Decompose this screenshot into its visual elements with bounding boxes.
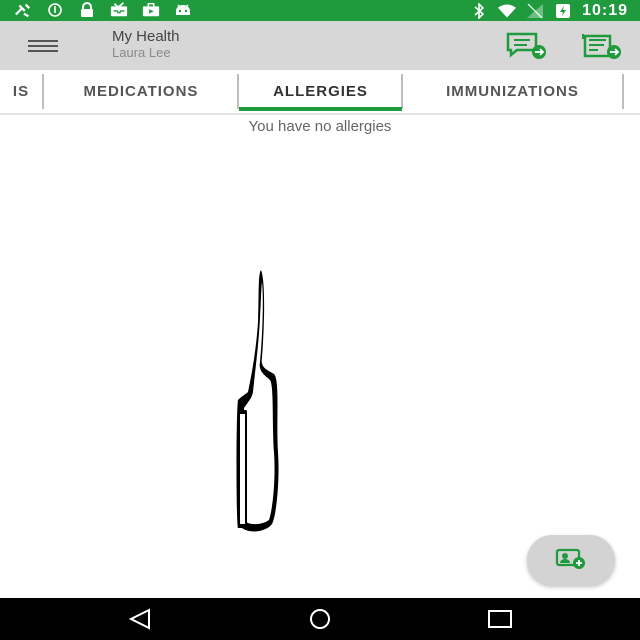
- app-bar: My Health Laura Lee: [0, 21, 640, 70]
- tab-immunizations[interactable]: IMMUNIZATIONS: [403, 70, 622, 113]
- android-icon: [174, 2, 192, 18]
- inbox-icon: [110, 2, 128, 18]
- add-allergy-button[interactable]: [527, 535, 615, 585]
- system-nav-bar: [0, 598, 640, 640]
- status-bar: 10:19: [0, 0, 640, 21]
- bluetooth-icon: [470, 2, 488, 19]
- status-left-icons: [14, 2, 192, 18]
- tab-label: MEDICATIONS: [83, 83, 199, 100]
- recents-icon[interactable]: [480, 606, 520, 632]
- tab-divider: [622, 74, 624, 109]
- wifi-icon: [498, 3, 517, 19]
- status-right-icons: 10:19: [470, 0, 628, 21]
- add-record-icon: [555, 546, 587, 575]
- tab-label: IMMUNIZATIONS: [446, 83, 579, 100]
- message-send-icon[interactable]: [505, 31, 547, 61]
- lock-icon: [78, 2, 96, 18]
- satellite-icon: [14, 2, 32, 18]
- back-icon[interactable]: [120, 606, 160, 632]
- tab-medications[interactable]: MEDICATIONS: [44, 70, 238, 113]
- page-title: My Health: [112, 28, 180, 45]
- info-circle-icon: [46, 2, 64, 18]
- document-send-icon[interactable]: [580, 31, 622, 61]
- signal-icon: [526, 3, 544, 19]
- clock: 10:19: [582, 1, 628, 19]
- hamburger-menu-icon[interactable]: [28, 36, 60, 56]
- tab-label: IS: [12, 83, 30, 100]
- empty-state-illustration: [220, 262, 290, 547]
- active-tab-indicator: [239, 107, 402, 111]
- battery-charging-icon: [554, 3, 572, 19]
- home-icon[interactable]: [300, 606, 340, 632]
- briefcase-icon: [142, 2, 160, 18]
- user-name: Laura Lee: [112, 45, 171, 60]
- empty-state-message: You have no allergies: [248, 118, 392, 135]
- tab-partial[interactable]: IS: [0, 70, 42, 113]
- tab-label: ALLERGIES: [273, 83, 368, 100]
